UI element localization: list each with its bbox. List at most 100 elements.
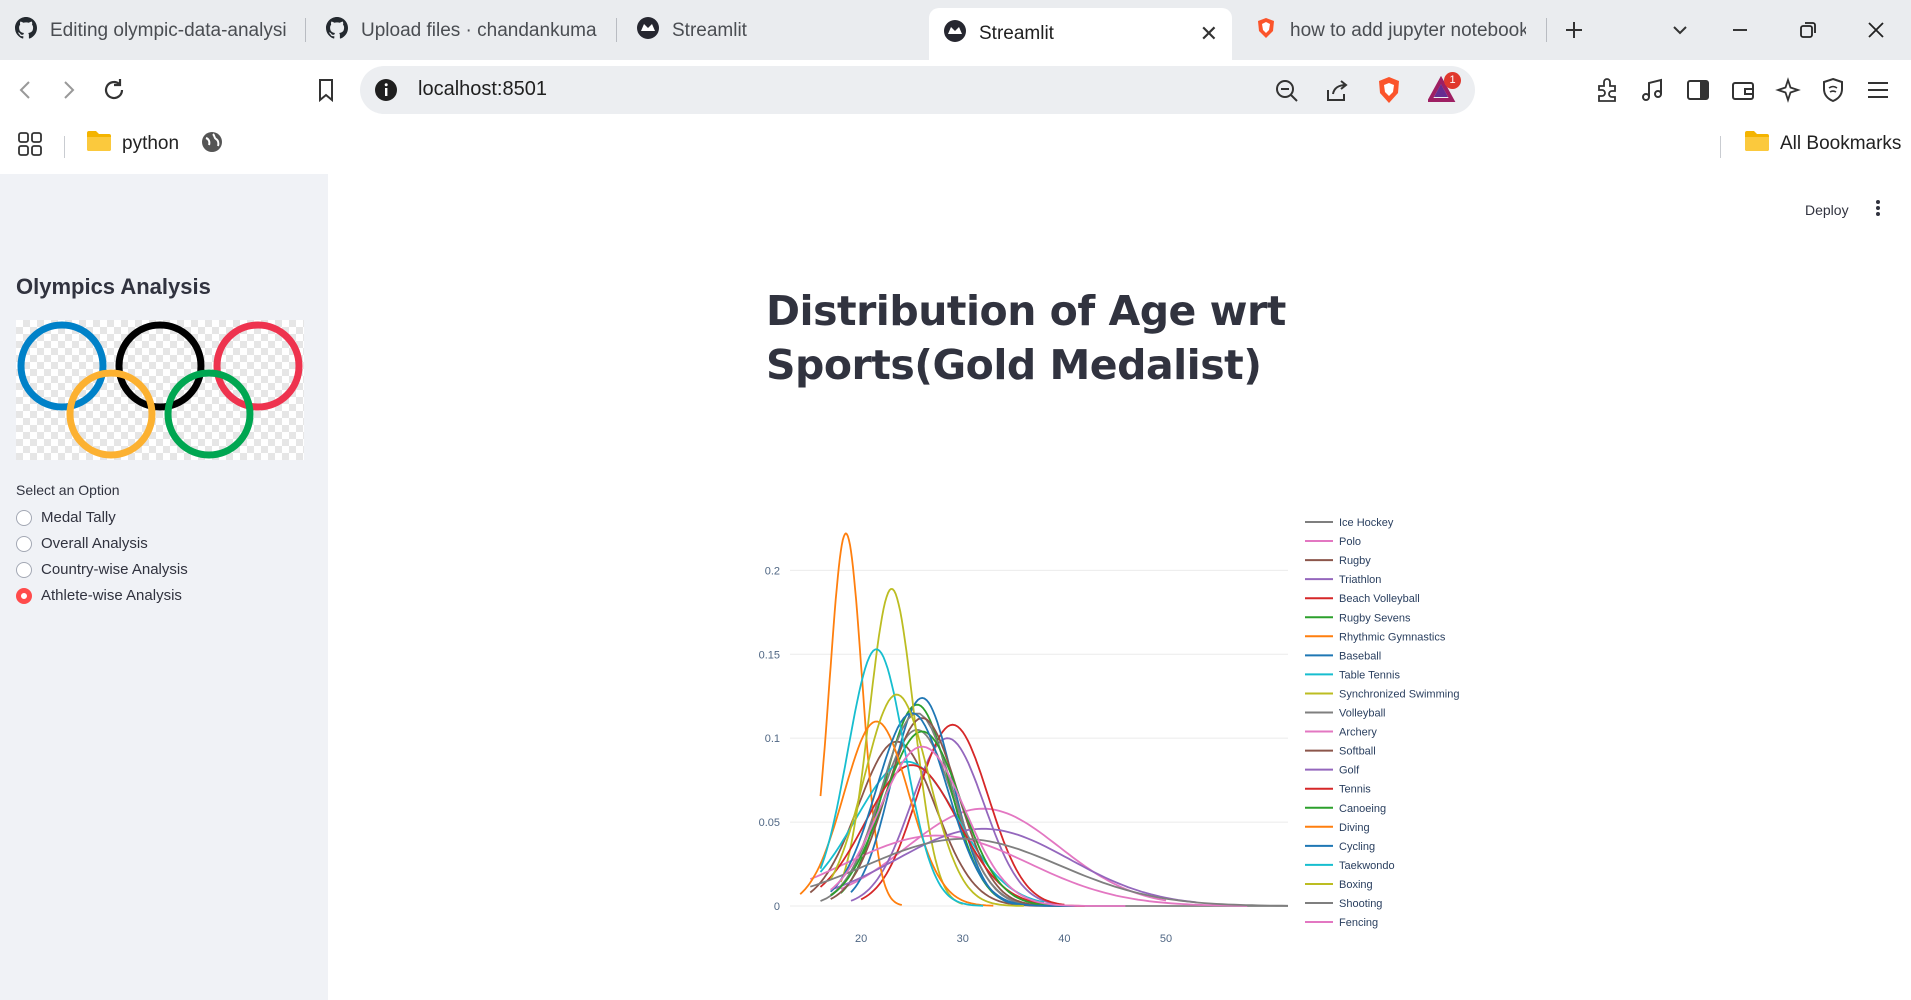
browser-tab-strip: Editing olympic-data-analysis Upload fil…	[0, 0, 1911, 60]
olympic-rings-logo	[16, 320, 304, 460]
media-music-icon[interactable]	[1637, 74, 1669, 106]
back-arrow-icon[interactable]	[10, 74, 42, 106]
close-window-icon[interactable]	[1858, 12, 1894, 48]
browser-tab-5[interactable]: how to add jupyter notebook	[1240, 8, 1540, 54]
share-icon[interactable]	[1324, 78, 1350, 109]
legend-entry[interactable]: Triathlon	[1339, 574, 1381, 586]
legend-entry[interactable]: Synchronized Swimming	[1339, 688, 1459, 700]
tab-title: Upload files · chandankumar4	[361, 20, 597, 41]
legend-entry[interactable]: Rhythmic Gymnastics	[1339, 631, 1446, 643]
folder-icon	[1744, 130, 1770, 158]
github-icon	[325, 16, 349, 46]
radio-option-label: Country-wise Analysis	[41, 561, 188, 578]
bookmarks-bar: python All Bookmarks	[0, 120, 1911, 294]
tab-separator	[1546, 18, 1547, 42]
page-title: Distribution of Age wrt Sports(Gold Meda…	[766, 287, 1286, 389]
tab-title: Streamlit	[672, 20, 747, 41]
legend-entry[interactable]: Taekwondo	[1339, 860, 1395, 872]
legend-entry[interactable]: Beach Volleyball	[1339, 593, 1420, 605]
new-tab-icon[interactable]	[1556, 12, 1592, 48]
x-tick-label: 30	[957, 933, 969, 945]
legend-entry[interactable]: Polo	[1339, 536, 1361, 548]
legend-entry[interactable]: Fencing	[1339, 917, 1378, 929]
legend-entry[interactable]: Tennis	[1339, 784, 1371, 796]
y-tick-label: 0.05	[759, 817, 780, 829]
legend-entry[interactable]: Golf	[1339, 765, 1360, 777]
legend-entry[interactable]: Rugby Sevens	[1339, 612, 1411, 624]
radio-option-country-wise-analysis[interactable]: Country-wise Analysis	[16, 561, 188, 578]
minimize-window-icon[interactable]	[1722, 12, 1758, 48]
browser-tab-3[interactable]: Streamlit	[622, 8, 922, 54]
legend-entry[interactable]: Rugby	[1339, 555, 1371, 567]
close-tab-icon[interactable]: ✕	[1200, 21, 1218, 47]
y-tick-label: 0.2	[765, 565, 780, 577]
radio-button-selected[interactable]	[16, 587, 32, 604]
app-sidebar: Olympics Analysis Select an Option Medal…	[0, 174, 328, 1000]
age-distribution-chart[interactable]: 0 0.05 0.1 0.15 0.2 20 30 40 50 Ice Hockey Polo Rug…	[740, 500, 1480, 960]
radio-option-label: Medal Tally	[41, 509, 116, 526]
bookmark-folder-python[interactable]: python	[86, 130, 179, 158]
radio-option-overall-analysis[interactable]: Overall Analysis	[16, 535, 148, 552]
address-bar[interactable]: localhost:8501 1	[360, 66, 1475, 114]
legend-entry[interactable]: Table Tennis	[1339, 669, 1400, 681]
legend-entry[interactable]: Cycling	[1339, 841, 1375, 853]
github-icon	[14, 16, 38, 46]
restore-window-icon[interactable]	[1790, 12, 1826, 48]
extensions-icon[interactable]	[1592, 74, 1624, 106]
y-tick-label: 0	[774, 901, 780, 913]
bookmark-icon[interactable]	[310, 74, 342, 106]
streamlit-icon	[943, 19, 967, 49]
sidebar-title: Olympics Analysis	[16, 274, 211, 299]
legend-entry[interactable]: Boxing	[1339, 879, 1373, 891]
browser-tab-2[interactable]: Upload files · chandankumar4	[311, 8, 611, 54]
y-tick-label: 0.1	[765, 733, 780, 745]
brave-search-icon	[1254, 16, 1278, 46]
radio-option-label: Athlete-wise Analysis	[41, 587, 182, 604]
legend-entry[interactable]: Diving	[1339, 822, 1370, 834]
bookmarks-separator	[64, 136, 65, 158]
radio-button[interactable]	[16, 561, 32, 578]
wallet-icon[interactable]	[1727, 74, 1759, 106]
main-menu-icon[interactable]	[1862, 74, 1894, 106]
radio-button[interactable]	[16, 509, 32, 526]
vpn-shield-icon[interactable]	[1817, 74, 1849, 106]
browser-tab-1[interactable]: Editing olympic-data-analysis	[0, 8, 300, 54]
browser-toolbar: localhost:8501 1	[0, 60, 1911, 120]
legend-entry[interactable]: Baseball	[1339, 650, 1381, 662]
y-tick-label: 0.15	[759, 649, 780, 661]
browser-tab-4-active[interactable]: Streamlit ✕	[929, 8, 1232, 60]
radio-button[interactable]	[16, 535, 32, 552]
zoom-out-icon[interactable]	[1274, 78, 1300, 109]
all-bookmarks-label: All Bookmarks	[1780, 133, 1902, 154]
sidebar-toggle-icon[interactable]	[1682, 74, 1714, 106]
url-text: localhost:8501	[418, 78, 547, 100]
tab-title: Streamlit	[979, 23, 1054, 44]
all-bookmarks-button[interactable]: All Bookmarks	[1744, 130, 1901, 158]
tab-search-chevron-icon[interactable]	[1662, 12, 1698, 48]
bookmarks-separator	[1720, 136, 1721, 158]
forward-arrow-icon[interactable]	[52, 74, 84, 106]
legend-entry[interactable]: Volleyball	[1339, 708, 1385, 720]
legend-entry[interactable]: Archery	[1339, 727, 1377, 739]
legend-entry[interactable]: Shooting	[1339, 898, 1382, 910]
rewards-badge: 1	[1444, 72, 1461, 89]
x-tick-label: 50	[1160, 933, 1172, 945]
legend-entry[interactable]: Canoeing	[1339, 803, 1386, 815]
site-info-icon[interactable]	[374, 78, 398, 107]
radio-option-label: Overall Analysis	[41, 535, 148, 552]
brave-rewards-icon[interactable]: 1	[1426, 72, 1461, 109]
streamlit-icon	[636, 16, 660, 46]
reload-icon[interactable]	[98, 74, 130, 106]
radio-option-athlete-wise-analysis[interactable]: Athlete-wise Analysis	[16, 587, 182, 604]
brave-shields-icon[interactable]	[1376, 76, 1402, 109]
legend-entry[interactable]: Softball	[1339, 746, 1376, 758]
apps-grid-icon[interactable]	[16, 130, 44, 158]
legend-entry[interactable]: Ice Hockey	[1339, 517, 1394, 529]
radio-option-medal-tally[interactable]: Medal Tally	[16, 509, 116, 526]
tab-title: how to add jupyter notebook	[1290, 20, 1526, 41]
app-menu-kebab-icon[interactable]	[1868, 198, 1888, 218]
deploy-button[interactable]: Deploy	[1805, 202, 1849, 218]
tab-separator	[305, 18, 306, 42]
globe-icon[interactable]	[200, 130, 224, 154]
leo-ai-sparkle-icon[interactable]	[1772, 74, 1804, 106]
